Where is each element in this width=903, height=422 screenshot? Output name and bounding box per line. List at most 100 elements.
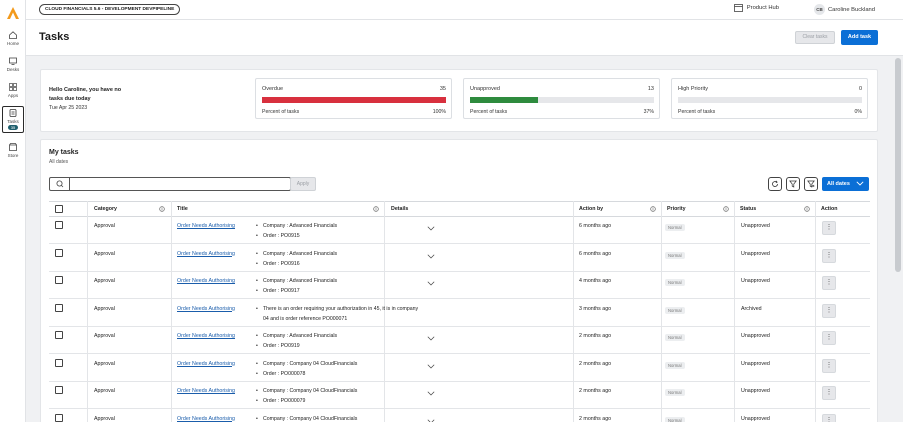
chevron-down-icon[interactable]: [427, 254, 435, 259]
action-by-cell: 2 months ago: [579, 415, 612, 422]
task-title-link[interactable]: Order Needs Authorising: [177, 333, 235, 339]
section-title: My tasks: [49, 149, 79, 156]
stat-card-high-priority[interactable]: High Priority 0 Percent of tasks 0%: [671, 78, 868, 119]
table-row[interactable]: Approval Order Needs Authorising There is …: [49, 300, 870, 327]
chevron-down-icon[interactable]: [427, 226, 435, 231]
task-title-link[interactable]: Order Needs Authorising: [177, 416, 235, 422]
rail-item-tasks[interactable]: Tasks 35: [2, 106, 24, 133]
rail-item-store[interactable]: Store: [0, 142, 26, 158]
chevron-down-icon[interactable]: [427, 391, 435, 396]
search-input[interactable]: [71, 179, 289, 189]
priority-badge: Normal: [665, 224, 685, 231]
chevron-down-icon[interactable]: [427, 419, 435, 422]
column-header-category[interactable]: Category: [94, 201, 117, 217]
table-row[interactable]: Approval Order Needs Authorising Company :…: [49, 355, 870, 382]
detail-item: Company : Company 04 CloudFinancials: [255, 386, 425, 396]
action-by-cell: 3 months ago: [579, 305, 612, 312]
row-actions-button[interactable]: ⋮: [822, 386, 836, 400]
task-title-link[interactable]: Order Needs Authorising: [177, 361, 235, 367]
task-title-link[interactable]: Order Needs Authorising: [177, 306, 235, 312]
rail-item-desks[interactable]: Desks: [0, 56, 26, 72]
column-header-action-by[interactable]: Action by: [579, 201, 603, 217]
row-checkbox[interactable]: [55, 221, 63, 229]
clear-tasks-button[interactable]: Clear tasks: [795, 31, 835, 44]
rail-item-apps[interactable]: Apps: [0, 82, 26, 98]
row-checkbox[interactable]: [55, 276, 63, 284]
category-cell: Approval: [94, 223, 115, 229]
task-title-link[interactable]: Order Needs Authorising: [177, 251, 235, 257]
column-header-title[interactable]: Title: [177, 201, 188, 217]
tasks-icon: [9, 109, 17, 117]
task-title-link[interactable]: Order Needs Authorising: [177, 223, 235, 229]
row-actions-button[interactable]: ⋮: [822, 413, 836, 422]
category-cell: Approval: [94, 305, 115, 312]
sort-icon[interactable]: [159, 206, 165, 212]
add-task-button[interactable]: Add task: [841, 30, 878, 45]
detail-item: Company : Advanced Financials: [255, 249, 425, 259]
table-row[interactable]: Approval Order Needs Authorising Company :…: [49, 245, 870, 272]
stat-card-overdue[interactable]: Overdue 35 Percent of tasks 100%: [255, 78, 452, 119]
priority-badge: Normal: [665, 251, 685, 259]
row-checkbox[interactable]: [55, 358, 63, 367]
detail-item: Order : PO000078: [255, 369, 425, 379]
chevron-down-icon[interactable]: [427, 336, 435, 341]
table-row[interactable]: Approval Order Needs Authorising Company :…: [49, 217, 870, 244]
row-actions-button[interactable]: ⋮: [822, 303, 836, 318]
row-checkbox[interactable]: [55, 248, 63, 257]
app-logo[interactable]: [6, 6, 20, 20]
date-filter-dropdown[interactable]: All dates: [822, 177, 869, 191]
filter-button[interactable]: [786, 177, 800, 191]
more-vertical-icon: ⋮: [825, 416, 833, 422]
product-hub-link[interactable]: Product Hub: [733, 4, 779, 12]
sort-icon[interactable]: [804, 206, 810, 212]
row-actions-button[interactable]: ⋮: [822, 276, 836, 290]
page-scrollbar[interactable]: [895, 58, 901, 272]
chevron-down-icon[interactable]: [427, 364, 435, 369]
table-row[interactable]: Approval Order Needs Authorising Company :…: [49, 410, 870, 422]
row-actions-button[interactable]: ⋮: [822, 221, 836, 235]
chevron-down-icon[interactable]: [427, 281, 435, 286]
filter-icon: [789, 180, 797, 188]
detail-item: Order : PO0915: [255, 231, 425, 241]
details-list: Company : Advanced FinancialsOrder : PO0…: [255, 221, 425, 241]
sort-icon[interactable]: [373, 206, 379, 212]
row-checkbox[interactable]: [55, 303, 63, 312]
clear-filter-button[interactable]: [804, 177, 818, 191]
row-checkbox[interactable]: [55, 413, 63, 422]
rail-item-home[interactable]: Home: [0, 30, 26, 46]
search-icon-button[interactable]: [50, 178, 70, 190]
row-checkbox[interactable]: [55, 331, 63, 339]
column-header-priority[interactable]: Priority: [667, 201, 686, 217]
sort-icon[interactable]: [723, 206, 729, 212]
stat-count: 13: [647, 86, 654, 92]
column-header-status[interactable]: Status: [740, 201, 756, 217]
detail-item: Company : Advanced Financials: [255, 221, 425, 231]
task-title-link[interactable]: Order Needs Authorising: [177, 278, 235, 284]
row-actions-button[interactable]: ⋮: [822, 358, 836, 373]
task-title-link[interactable]: Order Needs Authorising: [177, 388, 235, 394]
refresh-button[interactable]: [768, 177, 782, 191]
table-row[interactable]: Approval Order Needs Authorising Company :…: [49, 327, 870, 354]
greeting-date: Tue Apr 25 2023: [49, 105, 88, 111]
row-actions-button[interactable]: ⋮: [822, 331, 836, 345]
priority-badge: Normal: [665, 306, 685, 314]
search-icon: [56, 180, 64, 188]
stat-progress-track: [470, 97, 654, 103]
table-row[interactable]: Approval Order Needs Authorising Company :…: [49, 272, 870, 299]
apply-button[interactable]: Apply: [290, 177, 316, 191]
category-cell: Approval: [94, 388, 115, 394]
select-all-checkbox[interactable]: [55, 205, 63, 213]
status-cell: Archived: [741, 305, 762, 312]
table-row[interactable]: Approval Order Needs Authorising Company :…: [49, 382, 870, 409]
store-icon: [9, 143, 17, 151]
row-actions-button[interactable]: ⋮: [822, 248, 836, 263]
detail-item: Order : PO0919: [255, 341, 425, 351]
action-by-cell: 4 months ago: [579, 278, 612, 284]
more-vertical-icon: ⋮: [825, 361, 833, 369]
home-icon: [9, 31, 17, 39]
user-menu[interactable]: CB Caroline Buckland: [813, 4, 875, 15]
row-checkbox[interactable]: [55, 386, 63, 394]
stat-card-unapproved[interactable]: Unapproved 13 Percent of tasks 37%: [463, 78, 660, 119]
sort-icon[interactable]: [650, 206, 656, 212]
detail-item: There is an order requiring your authori…: [255, 304, 425, 324]
